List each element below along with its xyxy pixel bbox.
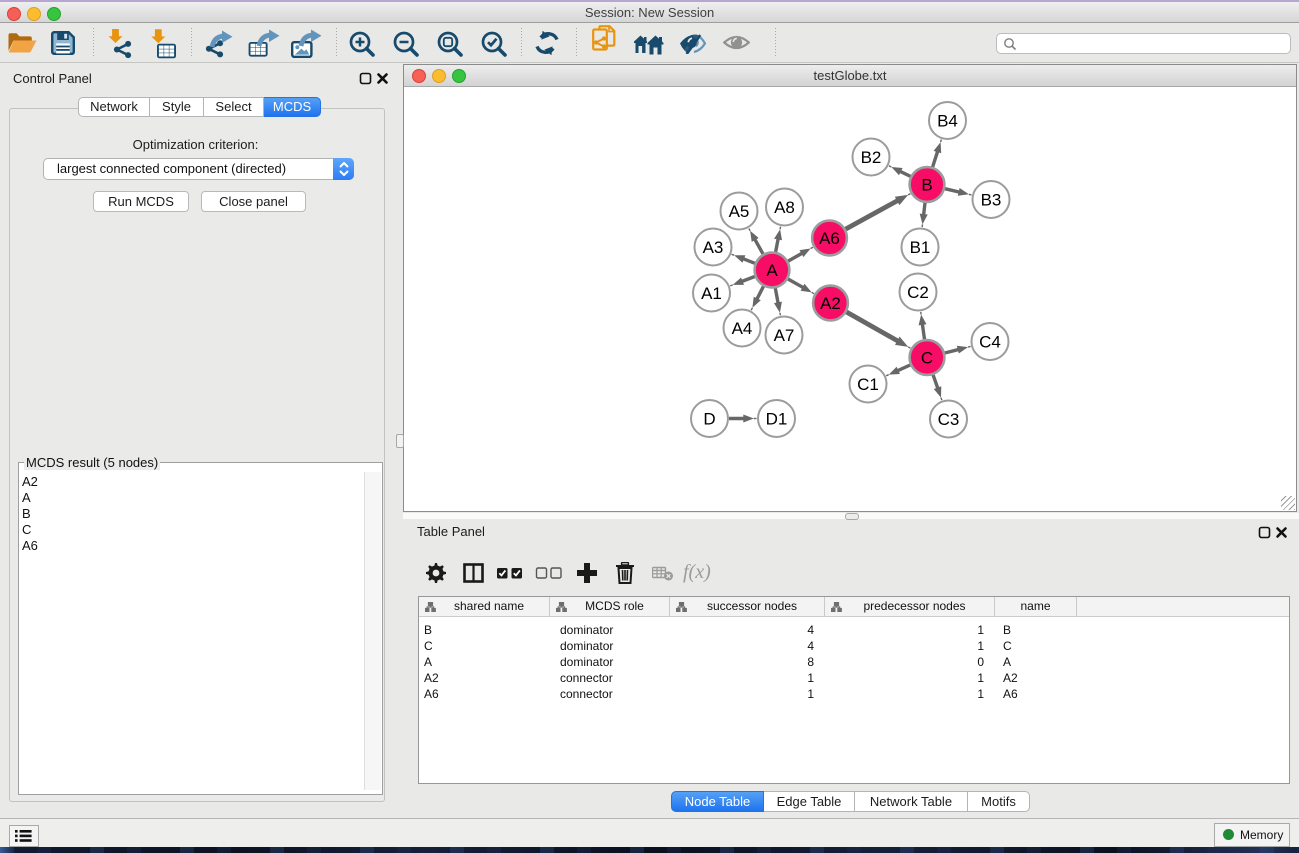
svg-text:A2: A2 (820, 294, 841, 313)
svg-text:B4: B4 (937, 112, 958, 131)
svg-text:f(x): f(x) (683, 562, 711, 583)
svg-text:C4: C4 (979, 333, 1001, 352)
svg-text:A4: A4 (732, 319, 753, 338)
svg-text:B: B (921, 176, 932, 195)
svg-text:C1: C1 (857, 375, 879, 394)
svg-text:A3: A3 (703, 238, 724, 257)
svg-text:C3: C3 (938, 410, 960, 429)
svg-text:A8: A8 (774, 198, 795, 217)
svg-text:A6: A6 (819, 229, 840, 248)
svg-text:B3: B3 (981, 191, 1002, 210)
svg-text:C: C (921, 349, 933, 368)
svg-text:A5: A5 (729, 202, 750, 221)
svg-text:A1: A1 (701, 284, 722, 303)
svg-text:D: D (703, 410, 715, 429)
svg-text:A: A (766, 261, 778, 280)
svg-text:B2: B2 (861, 148, 882, 167)
svg-text:D1: D1 (766, 410, 788, 429)
svg-text:B1: B1 (910, 238, 931, 257)
svg-text:C2: C2 (907, 283, 929, 302)
svg-text:A7: A7 (774, 326, 795, 345)
